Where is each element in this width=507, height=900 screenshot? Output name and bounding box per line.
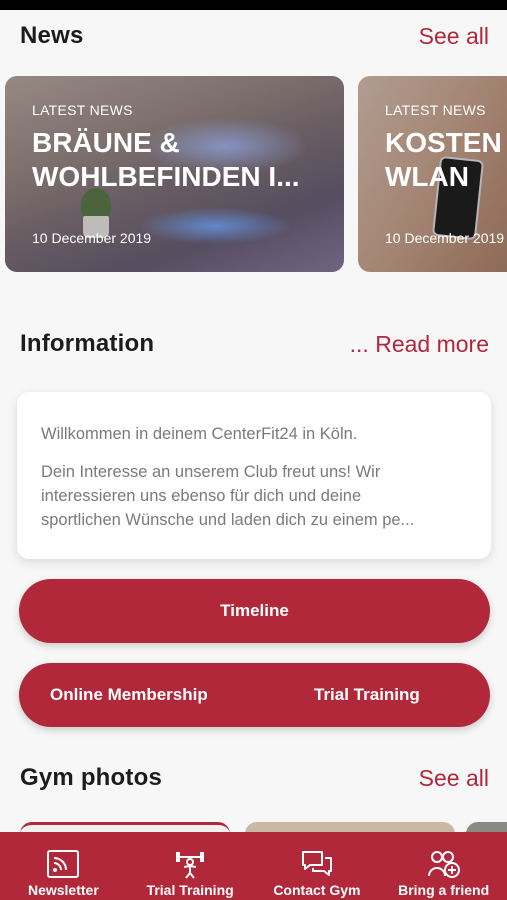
online-membership-button[interactable]: Online Membership xyxy=(50,663,208,727)
news-card[interactable]: LATEST NEWS BRÄUNE & WOHLBEFINDEN I... 1… xyxy=(5,76,344,272)
status-bar xyxy=(0,0,507,10)
news-card-date: 10 December 2019 xyxy=(32,230,152,246)
nav-bring-a-friend[interactable]: Bring a friend xyxy=(380,832,507,900)
gym-photos-title: Gym photos xyxy=(20,764,163,791)
information-text-line: Dein Interesse an unserem Club freut uns… xyxy=(41,463,381,481)
information-card[interactable]: Willkommen in deinem CenterFit24 in Köln… xyxy=(17,392,491,559)
trial-training-icon xyxy=(176,852,205,879)
news-card-headline: BRÄUNE & WOHLBEFINDEN I... xyxy=(32,127,300,192)
gym-photos-see-all-link[interactable]: See all xyxy=(419,765,489,792)
information-title: Information xyxy=(20,330,155,357)
news-header: News See all xyxy=(20,22,489,50)
nav-trial-training[interactable]: Trial Training xyxy=(127,832,254,900)
news-carousel[interactable]: LATEST NEWS BRÄUNE & WOHLBEFINDEN I... 1… xyxy=(5,76,507,272)
information-text-line: interessieren uns ebenso für dich und de… xyxy=(41,487,362,505)
bottom-navigation: Newsletter Trial Training Contact Gym Br… xyxy=(0,832,507,900)
news-card-tag: LATEST NEWS xyxy=(32,102,133,118)
information-text-line: Willkommen in deinem CenterFit24 in Köln… xyxy=(41,425,358,443)
news-title: News xyxy=(20,22,84,49)
timeline-button[interactable]: Timeline xyxy=(19,579,490,643)
information-text-line: sportlichen Wünsche und laden dich zu ei… xyxy=(41,511,415,529)
trial-training-button[interactable]: Trial Training xyxy=(314,663,420,727)
information-header: Information ... Read more xyxy=(20,330,489,358)
nav-contact-gym[interactable]: Contact Gym xyxy=(254,832,381,900)
news-card-tag: LATEST NEWS xyxy=(385,102,486,118)
nav-trial-training-label: Trial Training xyxy=(146,882,234,898)
timeline-button-label: Timeline xyxy=(220,601,289,620)
read-more-link[interactable]: ... Read more xyxy=(350,331,489,358)
nav-bring-a-friend-label: Bring a friend xyxy=(398,882,490,898)
gym-photos-header: Gym photos See all xyxy=(20,764,489,792)
contact-gym-icon xyxy=(301,851,332,876)
bring-a-friend-icon xyxy=(427,851,460,878)
news-card-date: 10 December 2019 xyxy=(385,230,505,246)
news-card-headline: KOSTEN WLAN xyxy=(385,127,502,192)
nav-newsletter[interactable]: Newsletter xyxy=(0,832,127,900)
news-card[interactable]: LATEST NEWS KOSTEN WLAN 10 December 2019 xyxy=(358,76,507,272)
newsletter-icon xyxy=(47,850,80,878)
nav-contact-gym-label: Contact Gym xyxy=(273,882,361,898)
news-see-all-link[interactable]: See all xyxy=(419,23,489,50)
nav-newsletter-label: Newsletter xyxy=(27,882,99,898)
membership-trial-buttons: Online Membership Trial Training xyxy=(19,663,490,727)
